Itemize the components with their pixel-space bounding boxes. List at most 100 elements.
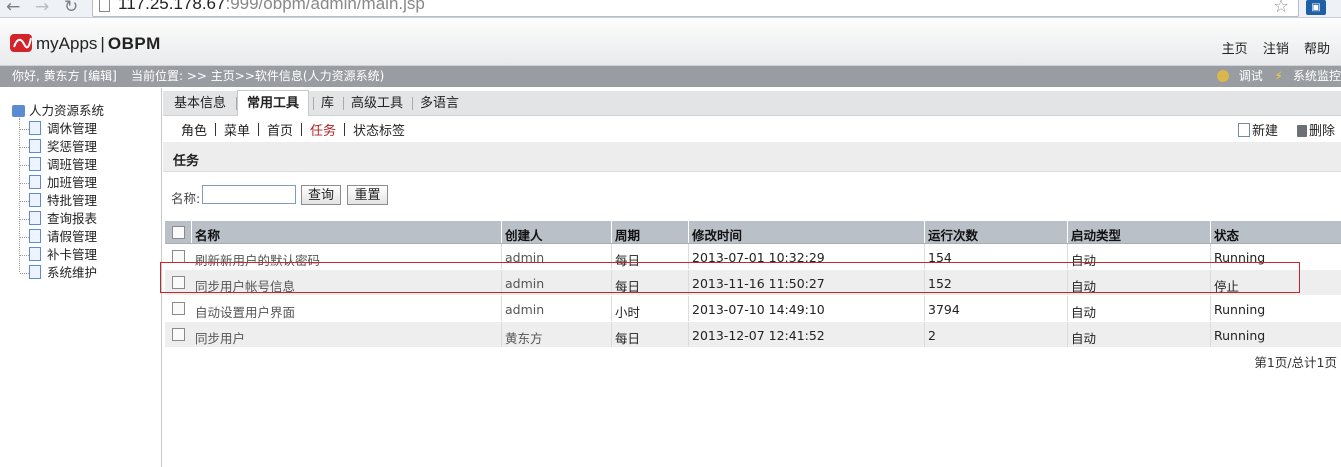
address-url: 117.25.178.67:999/obpm/admin/main.jsp bbox=[118, 0, 425, 13]
address-bar[interactable]: 117.25.178.67:999/obpm/admin/main.jsp bbox=[92, 0, 1299, 17]
system-monitor-link[interactable]: ⚡ 系统监控 bbox=[1275, 69, 1341, 83]
lightning-icon: ⚡ bbox=[1274, 69, 1283, 83]
document-icon bbox=[29, 139, 41, 153]
tab-advanced-tools[interactable]: 高级工具 bbox=[351, 91, 403, 115]
cell-name[interactable]: 同步用户帐号信息 bbox=[195, 276, 295, 295]
select-all-checkbox[interactable] bbox=[172, 226, 185, 239]
cell-name[interactable]: 自动设置用户界面 bbox=[195, 302, 295, 321]
tree-item[interactable]: 系统维护 bbox=[20, 262, 97, 281]
task-table: 名称 创建人 周期 修改时间 运行次数 启动类型 状态 刷新新用户的默认密码 a… bbox=[165, 221, 1341, 348]
sub-tabs: 角色 菜单 首页 任务 状态标签 新建 删除 bbox=[163, 116, 1341, 143]
document-icon bbox=[29, 193, 41, 207]
cell-period: 每日 bbox=[615, 253, 641, 268]
browser-toolbar: ← → ↻ 117.25.178.67:999/obpm/admin/main.… bbox=[0, 0, 1341, 18]
page-icon bbox=[99, 0, 110, 12]
cell-name[interactable]: 刷新新用户的默认密码 bbox=[195, 250, 320, 269]
document-icon bbox=[29, 157, 41, 171]
document-icon bbox=[29, 211, 41, 225]
document-icon bbox=[29, 121, 41, 135]
user-greeting[interactable]: 你好, 黄东方 [编辑] bbox=[12, 66, 117, 87]
cell-period: 每日 bbox=[615, 331, 641, 346]
cell-run-count: 2 bbox=[928, 328, 936, 343]
query-button[interactable]: 查询 bbox=[301, 185, 341, 205]
breadcrumb: 当前位置: >> 主页>>软件信息(人力资源系统) bbox=[131, 69, 385, 83]
subtab-home[interactable]: 首页 bbox=[267, 120, 293, 139]
row-checkbox[interactable] bbox=[172, 250, 185, 263]
tree-item[interactable]: 加班管理 bbox=[20, 172, 97, 191]
cell-run-count: 3794 bbox=[928, 302, 960, 317]
subtab-tasks[interactable]: 任务 bbox=[310, 120, 336, 139]
app-logo-text: myApps | OBPM bbox=[36, 34, 161, 53]
document-icon bbox=[29, 229, 41, 243]
document-icon bbox=[29, 247, 41, 261]
tree-item[interactable]: 调班管理 bbox=[20, 154, 97, 173]
col-modified-time[interactable]: 修改时间 bbox=[692, 225, 742, 244]
subtab-status-labels[interactable]: 状态标签 bbox=[353, 120, 405, 139]
tab-library[interactable]: 库 bbox=[321, 91, 334, 115]
row-checkbox[interactable] bbox=[172, 328, 185, 341]
tree-item[interactable]: 查询报表 bbox=[20, 208, 97, 227]
row-checkbox[interactable] bbox=[172, 276, 185, 289]
subtab-roles[interactable]: 角色 bbox=[181, 120, 207, 139]
cell-creator: admin bbox=[505, 276, 545, 291]
back-arrow-icon[interactable]: ← bbox=[6, 0, 20, 17]
cell-run-count: 154 bbox=[928, 250, 952, 265]
home-link[interactable]: 主页 bbox=[1222, 42, 1248, 57]
tree-item[interactable]: 特批管理 bbox=[20, 190, 97, 209]
tab-basic-info[interactable]: 基本信息 bbox=[174, 91, 226, 115]
tree-item[interactable]: 奖惩管理 bbox=[20, 136, 97, 155]
status-bar: 你好, 黄东方 [编辑] 当前位置: >> 主页>>软件信息(人力资源系统) 调… bbox=[0, 66, 1341, 87]
cell-status: Running bbox=[1214, 250, 1266, 265]
extension-icon[interactable]: ▣ bbox=[1306, 0, 1326, 15]
top-links: 主页 注销 帮助 bbox=[1222, 38, 1341, 57]
section-title: 任务 bbox=[173, 154, 200, 169]
col-creator[interactable]: 创建人 bbox=[505, 225, 543, 244]
debug-link[interactable]: 调试 bbox=[1216, 69, 1263, 83]
cell-status: 停止 bbox=[1214, 279, 1240, 294]
col-start-type[interactable]: 启动类型 bbox=[1071, 225, 1121, 244]
tree-item[interactable]: 请假管理 bbox=[20, 226, 97, 245]
logout-link[interactable]: 注销 bbox=[1263, 42, 1289, 57]
col-status[interactable]: 状态 bbox=[1214, 225, 1239, 244]
table-row[interactable]: 同步用户帐号信息 admin 每日 2013-11-16 11:50:27 15… bbox=[165, 270, 1341, 296]
table-row[interactable]: 刷新新用户的默认密码 admin 每日 2013-07-01 10:32:29 … bbox=[165, 244, 1341, 270]
tab-multilanguage[interactable]: 多语言 bbox=[420, 91, 459, 115]
app-header: myApps | OBPM 主页 注销 帮助 bbox=[0, 18, 1341, 66]
col-name[interactable]: 名称 bbox=[195, 225, 220, 244]
section-header: 任务 bbox=[163, 142, 1341, 172]
tree-root-hr-system[interactable]: 人力资源系统 bbox=[12, 100, 104, 119]
cell-start-type: 自动 bbox=[1071, 279, 1097, 294]
name-search-input[interactable] bbox=[202, 185, 296, 204]
computer-icon bbox=[12, 105, 25, 117]
cell-creator: admin bbox=[505, 302, 545, 317]
forward-arrow-icon[interactable]: → bbox=[35, 0, 49, 17]
tree-item[interactable]: 调休管理 bbox=[20, 118, 97, 137]
cell-creator: 黄东方 bbox=[505, 331, 543, 346]
table-header: 名称 创建人 周期 修改时间 运行次数 启动类型 状态 bbox=[165, 221, 1341, 244]
pagination-info: 第1页/总计1页 bbox=[1254, 355, 1337, 370]
new-document-icon bbox=[1238, 123, 1250, 137]
cell-modified-time: 2013-07-01 10:32:29 bbox=[692, 250, 825, 265]
col-period[interactable]: 周期 bbox=[615, 225, 640, 244]
table-row[interactable]: 同步用户 黄东方 每日 2013-12-07 12:41:52 2 自动 Run… bbox=[165, 322, 1341, 348]
reset-button[interactable]: 重置 bbox=[347, 185, 388, 205]
col-run-count[interactable]: 运行次数 bbox=[928, 225, 978, 244]
cell-name[interactable]: 同步用户 bbox=[195, 328, 245, 347]
name-label: 名称: bbox=[171, 191, 201, 206]
table-row[interactable]: 自动设置用户界面 admin 小时 2013-07-10 14:49:10 37… bbox=[165, 296, 1341, 322]
tree-item[interactable]: 补卡管理 bbox=[20, 244, 97, 263]
sidebar-tree: 人力资源系统 调休管理 奖惩管理 调班管理 加班管理 特批管理 查询报表 请假管… bbox=[0, 88, 162, 467]
cell-status: Running bbox=[1214, 302, 1266, 317]
document-icon bbox=[29, 175, 41, 189]
row-checkbox[interactable] bbox=[172, 302, 185, 315]
new-button[interactable]: 新建 bbox=[1238, 120, 1278, 139]
cell-run-count: 152 bbox=[928, 276, 952, 291]
subtab-menu[interactable]: 菜单 bbox=[224, 120, 250, 139]
cell-period: 小时 bbox=[615, 305, 641, 320]
reload-icon[interactable]: ↻ bbox=[64, 0, 78, 17]
bookmark-star-icon[interactable]: ☆ bbox=[1273, 0, 1289, 17]
bug-icon bbox=[1216, 70, 1229, 82]
delete-button[interactable]: 删除 bbox=[1297, 120, 1335, 139]
tab-common-tools[interactable]: 常用工具 bbox=[237, 90, 309, 117]
help-link[interactable]: 帮助 bbox=[1304, 42, 1330, 57]
